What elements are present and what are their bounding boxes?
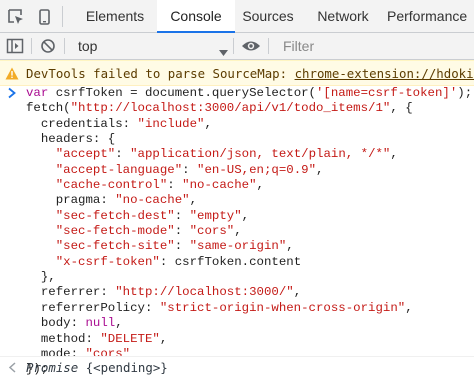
tab-sources[interactable]: Sources [235,0,301,32]
code-line: "cache-control": "no-cache", [55,178,264,193]
console-input-code: var csrfToken = document.querySelector('… [26,86,472,378]
code-line: "sec-fetch-site": "same-origin", [55,239,294,254]
code-line: "sec-fetch-dest": "empty", [55,208,250,223]
toolbar-divider [31,38,32,54]
code-line: "sec-fetch-mode": "cors", [55,224,242,239]
filter-input[interactable]: Filter [277,33,474,59]
code-line: "accept": "application/json, text/plain,… [55,147,398,162]
devtools-tab-bar: Elements Console Sources Network Perform… [0,0,474,33]
console-result-row[interactable]: Promise {<pending>} [0,356,474,375]
code-line: credentials: "include", [26,116,212,131]
tab-performance[interactable]: Performance [387,0,474,32]
chevron-left-icon [8,361,17,376]
code-line: method: "DELETE", [26,331,168,346]
code-line: fetch("http://localhost:3000/api/v1/todo… [26,101,413,116]
eye-icon[interactable] [240,33,262,59]
inspect-element-icon[interactable] [5,0,27,33]
code-line: "x-csrf-token": csrfToken.content [55,254,302,269]
console-toolbar: top Filter [0,33,474,60]
warning-icon [5,67,19,83]
code-line: "accept-language": "en-US,en;q=0.9", [55,162,324,177]
chevron-right-icon [7,87,17,102]
context-selector[interactable]: top [70,33,230,59]
warning-source-link[interactable]: chrome-extension://hdokie [295,66,474,81]
sourcemap-warning: DevTools failed to parse SourceMap: chro… [0,60,474,86]
toolbar-divider [62,6,63,27]
code-line: var csrfToken = document.querySelector('… [26,86,473,100]
toolbar-divider [268,38,269,54]
code-line: headers: { [26,132,116,147]
code-line: referrerPolicy: "strict-origin-when-cros… [26,300,413,315]
console-output[interactable]: var csrfToken = document.querySelector('… [0,86,474,376]
context-selector-value: top [78,38,98,54]
console-result: Promise {<pending>} [26,360,168,375]
clear-console-icon[interactable] [38,33,58,59]
code-line: }, [26,270,56,285]
tab-network[interactable]: Network [305,0,381,32]
toolbar-divider [233,38,234,54]
tab-console[interactable]: Console [157,0,235,33]
filter-placeholder: Filter [283,38,315,54]
code-line: pragma: "no-cache", [26,193,198,208]
device-toolbar-icon[interactable] [34,0,56,33]
code-line: referrer: "http://localhost:3000/", [26,285,302,300]
warning-text: DevTools failed to parse SourceMap: chro… [26,66,474,81]
sidebar-toggle-icon[interactable] [5,33,25,59]
toolbar-divider [64,38,65,54]
warning-message: DevTools failed to parse SourceMap: [26,66,295,81]
code-line: body: null, [26,316,123,331]
tab-elements[interactable]: Elements [72,0,158,32]
dropdown-caret-icon [219,43,228,59]
